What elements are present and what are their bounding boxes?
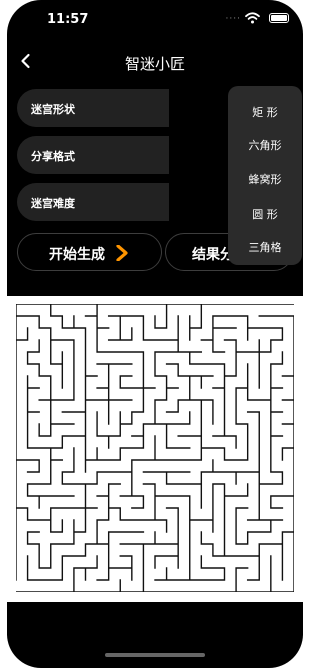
- shape-option-triangle-grid[interactable]: 三角格: [228, 239, 302, 255]
- shape-option-circle[interactable]: 圆 形: [228, 206, 302, 222]
- chevron-right-icon: [116, 245, 128, 261]
- app-screen: 11:57 ···· 智迷小匠 迷宫形状 分享格式 迷宫难度 - 开始生成 结果…: [7, 0, 303, 668]
- battery-icon: [269, 13, 289, 23]
- shape-dropdown-menu: 矩 形 六角形 蜂窝形 圆 形 三角格: [228, 86, 302, 265]
- status-bar: 11:57 ····: [7, 0, 303, 40]
- home-indicator: [105, 653, 205, 657]
- maze-shape-label: 迷宫形状: [31, 103, 75, 116]
- shape-option-rectangle[interactable]: 矩 形: [228, 104, 302, 120]
- maze-image: [16, 304, 294, 592]
- navigation-bar: 智迷小匠: [7, 44, 303, 80]
- maze-walls: [16, 304, 294, 592]
- shape-option-honeycomb[interactable]: 蜂窝形: [228, 171, 302, 187]
- start-generate-label: 开始生成: [49, 247, 105, 263]
- start-generate-button[interactable]: 开始生成: [17, 233, 162, 271]
- shape-option-hexagon[interactable]: 六角形: [228, 137, 302, 153]
- share-format-label: 分享格式: [31, 150, 75, 163]
- maze-canvas: [7, 296, 303, 602]
- page-title: 智迷小匠: [124, 55, 185, 73]
- maze-difficulty-label: 迷宫难度: [31, 197, 75, 210]
- wifi-icon: [245, 12, 260, 24]
- status-time: 11:57: [47, 12, 89, 27]
- cellular-signal-icon: ····: [225, 14, 241, 24]
